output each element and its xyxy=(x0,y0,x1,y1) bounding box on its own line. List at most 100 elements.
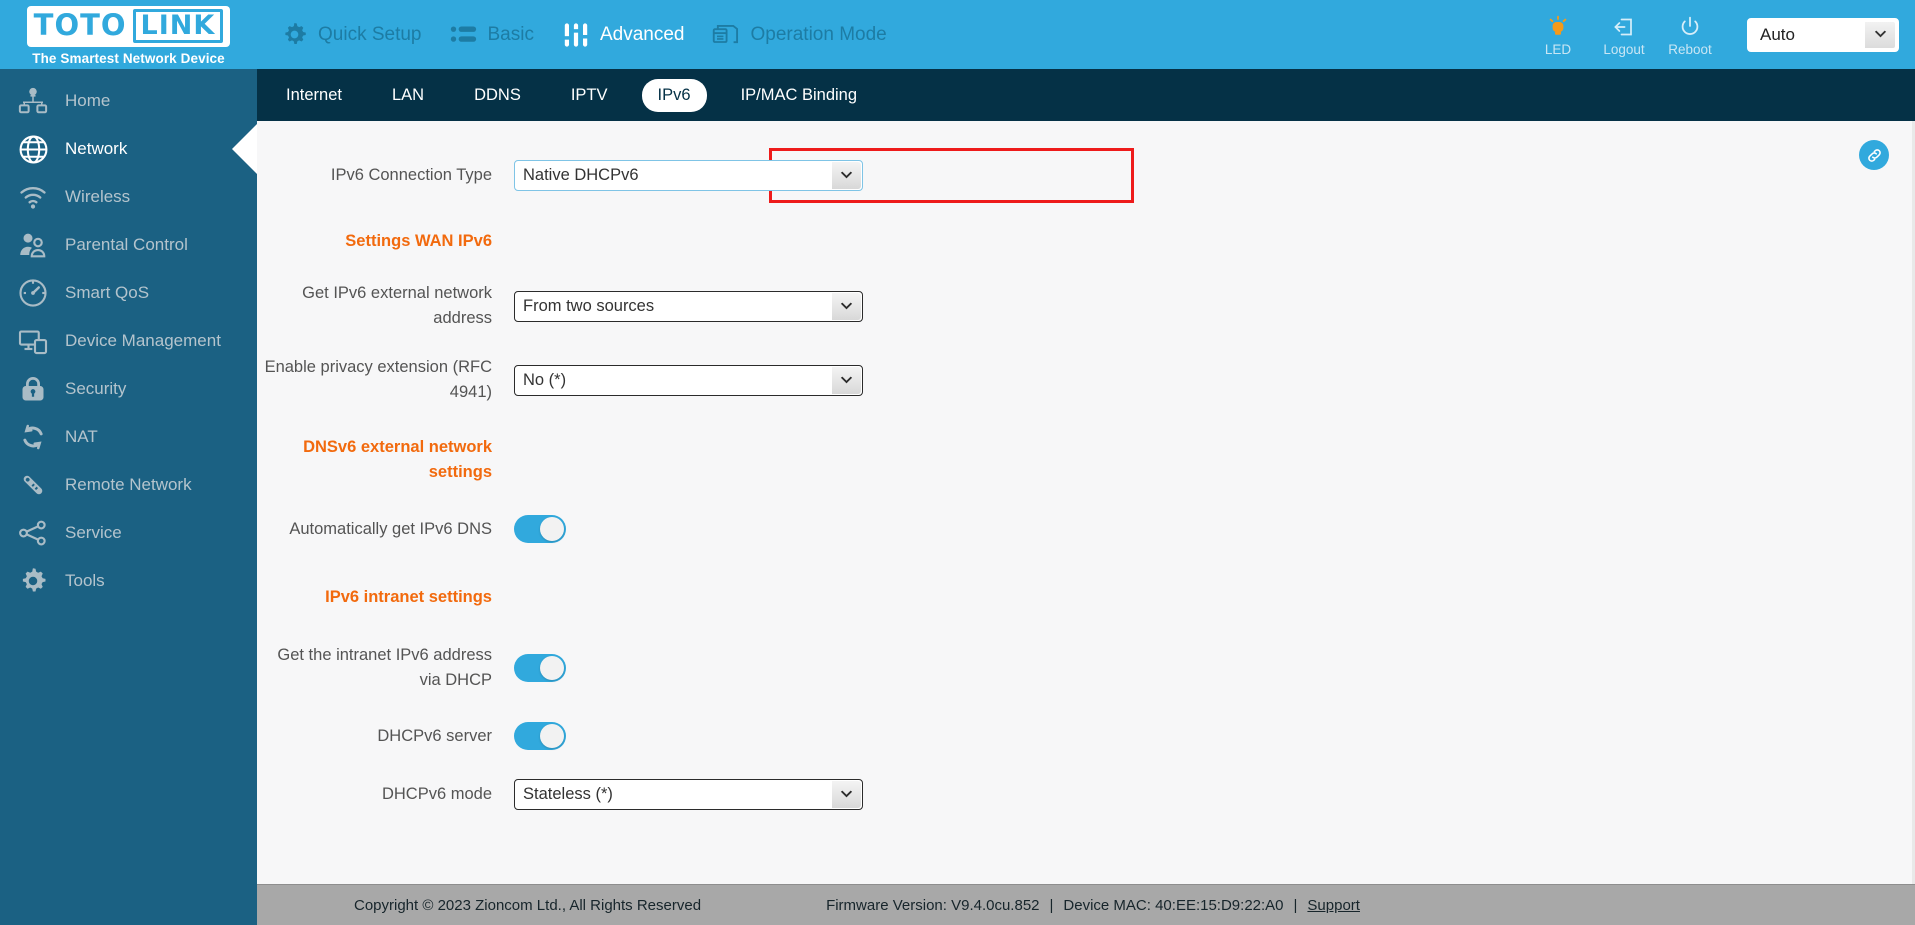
sidebar-item-label: Home xyxy=(65,91,111,110)
sidebar-item-security[interactable]: Security xyxy=(0,365,257,413)
language-select-value: Auto xyxy=(1760,24,1795,44)
dhcpv6-server-toggle[interactable] xyxy=(514,722,566,750)
sidebar-item-device-management[interactable]: Device Management xyxy=(0,317,257,365)
share-icon xyxy=(14,514,52,552)
sidebar-item-label: Device Management xyxy=(65,331,221,350)
privacy-extension-label: Enable privacy extension (RFC 4941) xyxy=(264,358,492,401)
header-menu: Quick Setup Basic Advanced Operation Mod… xyxy=(267,0,901,69)
footer-copyright: Copyright © 2023 Zioncom Ltd., All Right… xyxy=(354,896,702,914)
ipv6-settings-form: IPv6 Connection Type Native DHCPv6 Setti… xyxy=(257,121,1915,814)
sidebar-item-label: Parental Control xyxy=(65,235,188,254)
menu-item-quick-setup[interactable]: Quick Setup xyxy=(267,0,436,69)
dhcpv6-server-label: DHCPv6 server xyxy=(377,726,492,745)
reboot-label: Reboot xyxy=(1668,41,1712,57)
sidebar-item-home[interactable]: Home xyxy=(0,77,257,125)
sidebar-item-smart-qos[interactable]: Smart QoS xyxy=(0,269,257,317)
menu-item-basic[interactable]: Basic xyxy=(436,0,548,69)
footer-support-link[interactable]: Support xyxy=(1307,897,1360,914)
sidebar-item-remote-network[interactable]: Remote Network xyxy=(0,461,257,509)
dhcpv6-server-field xyxy=(514,722,566,750)
sidebar-item-label: Smart QoS xyxy=(65,283,150,302)
auto-dns-field xyxy=(514,515,566,543)
gauge-icon xyxy=(14,274,52,312)
connection-type-field: Native DHCPv6 xyxy=(514,159,863,191)
page-footer: Copyright © 2023 Zioncom Ltd., All Right… xyxy=(257,884,1915,925)
section-intranet-label: IPv6 intranet settings xyxy=(325,587,492,606)
refresh-icon xyxy=(14,418,52,456)
toggle-knob xyxy=(540,517,564,541)
windows-icon xyxy=(712,21,740,49)
people-icon xyxy=(14,226,52,264)
external-address-field: From two sources xyxy=(514,290,863,322)
sidebar-item-tools[interactable]: Tools xyxy=(0,557,257,605)
toggle-knob xyxy=(540,656,564,680)
auto-dns-toggle[interactable] xyxy=(514,515,566,543)
sidebar-item-label: Service xyxy=(65,523,122,542)
sidebar-item-parental-control[interactable]: Parental Control xyxy=(0,221,257,269)
row-connection-type: IPv6 Connection Type Native DHCPv6 xyxy=(257,155,1915,195)
footer-firmware: Firmware Version: V9.4.0cu.852 xyxy=(826,896,1040,914)
menu-item-operation-mode[interactable]: Operation Mode xyxy=(698,0,900,69)
intranet-dhcp-toggle[interactable] xyxy=(514,654,566,682)
header-actions: LED Logout Reboot Auto xyxy=(1525,13,1915,57)
connection-type-select[interactable]: Native DHCPv6 xyxy=(514,159,863,191)
sidebar-item-label: Wireless xyxy=(65,187,131,206)
logout-button[interactable]: Logout xyxy=(1591,13,1657,57)
row-intranet-dhcp: Get the intranet IPv6 address via DHCP xyxy=(257,643,1915,693)
router-admin-page: TOTO LINK The Smartest Network Device Ho… xyxy=(0,0,1915,925)
left-column: TOTO LINK The Smartest Network Device Ho… xyxy=(0,0,257,925)
tab-internet[interactable]: Internet xyxy=(270,79,358,112)
tab-iptv[interactable]: IPTV xyxy=(555,79,624,112)
menu-item-advanced[interactable]: Advanced xyxy=(548,0,699,69)
row-auto-dns: Automatically get IPv6 DNS xyxy=(257,509,1915,549)
gear-icon xyxy=(14,562,52,600)
footer-separator-1: | xyxy=(1049,896,1054,914)
row-privacy-extension: Enable privacy extension (RFC 4941) No (… xyxy=(257,355,1915,405)
intranet-dhcp-field xyxy=(514,654,566,682)
auto-dns-label: Automatically get IPv6 DNS xyxy=(289,519,492,538)
dhcpv6-mode-label: DHCPv6 mode xyxy=(381,784,492,803)
logo-text-toto: TOTO xyxy=(33,8,127,42)
led-button[interactable]: LED xyxy=(1525,13,1591,57)
tab-ip-mac-binding[interactable]: IP/MAC Binding xyxy=(725,79,873,112)
active-indicator-arrow xyxy=(232,124,257,174)
sidebar-nav: Home Network Wireless Parental Control S… xyxy=(0,69,257,605)
tab-lan[interactable]: LAN xyxy=(376,79,440,112)
sidebar-item-network[interactable]: Network xyxy=(0,124,257,174)
reboot-button[interactable]: Reboot xyxy=(1657,13,1723,57)
section-dnsv6-label: DNSv6 external network settings xyxy=(303,438,492,481)
led-label: LED xyxy=(1544,41,1572,57)
tab-ddns[interactable]: DDNS xyxy=(458,79,537,112)
privacy-extension-select[interactable]: No (*) xyxy=(514,364,863,396)
dhcpv6-mode-select[interactable]: Stateless (*) xyxy=(514,778,863,810)
sidebar-item-service[interactable]: Service xyxy=(0,509,257,557)
sidebar-item-nat[interactable]: NAT xyxy=(0,413,257,461)
tab-ipv6[interactable]: IPv6 xyxy=(641,78,707,112)
section-dnsv6: DNSv6 external network settings xyxy=(257,435,1915,485)
lock-icon xyxy=(14,370,52,408)
logout-label: Logout xyxy=(1603,41,1645,57)
chevron-down-icon xyxy=(1865,21,1895,48)
language-select[interactable]: Auto xyxy=(1747,17,1899,52)
brand-logo[interactable]: TOTO LINK The Smartest Network Device xyxy=(0,0,257,69)
row-external-address: Get IPv6 external network address From t… xyxy=(257,281,1915,331)
external-address-select[interactable]: From two sources xyxy=(514,290,863,322)
devices-icon xyxy=(14,322,52,360)
intranet-dhcp-label: Get the intranet IPv6 address via DHCP xyxy=(277,646,492,689)
section-tabbar: Internet LAN DDNS IPTV IPv6 IP/MAC Bindi… xyxy=(257,69,1915,121)
row-dhcpv6-mode: DHCPv6 mode Stateless (*) xyxy=(257,774,1915,814)
sidebar-item-label: NAT xyxy=(65,427,98,446)
sidebar-item-label: Network xyxy=(65,139,128,158)
menu-item-label: Basic xyxy=(487,23,534,45)
section-intranet: IPv6 intranet settings xyxy=(257,577,1915,617)
footer-separator-2: | xyxy=(1293,896,1298,914)
section-wan-label: Settings WAN IPv6 xyxy=(345,231,492,250)
dhcpv6-mode-field: Stateless (*) xyxy=(514,778,863,810)
sliders-icon xyxy=(562,21,590,49)
external-address-label: Get IPv6 external network address xyxy=(302,284,492,327)
globe-icon xyxy=(14,130,52,168)
sidebar-item-wireless[interactable]: Wireless xyxy=(0,173,257,221)
row-dhcpv6-server: DHCPv6 server xyxy=(257,716,1915,756)
power-icon xyxy=(1678,13,1702,41)
brand-tagline: The Smartest Network Device xyxy=(32,50,225,66)
